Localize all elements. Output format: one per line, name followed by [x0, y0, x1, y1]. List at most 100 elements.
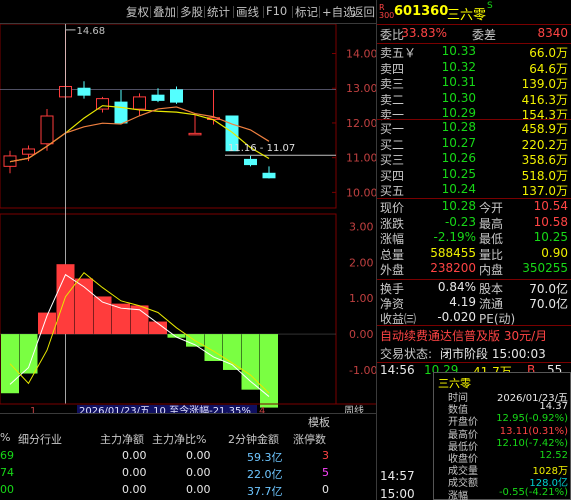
- popup-row: 成交量 1028万: [434, 462, 571, 477]
- candle-body[interactable]: [77, 87, 91, 96]
- stat-value: -2.19%: [433, 230, 476, 244]
- kline-chart-svg[interactable]: 14.00 13.00 12.00 11.00 10.00 3.00 2.00 1.00 0.0…: [0, 23, 378, 417]
- table-cell: 3: [322, 449, 329, 462]
- bids-label: 买三: [380, 153, 405, 167]
- bids-label: 买二: [380, 137, 405, 152]
- popup-row: 收盘价 12.52: [434, 450, 571, 465]
- bids-price: 10.25: [441, 166, 476, 181]
- fin-value: -0.020: [437, 310, 476, 324]
- stat-label: 涨跌: [380, 216, 405, 231]
- price-stats: 现价 10.28 今开 10.54 涨跌 -0.23 最高 10.58 涨幅 -2.19% 最低 10…: [377, 199, 571, 287]
- candle-body[interactable]: [114, 101, 128, 124]
- table-header[interactable]: %: [0, 431, 10, 444]
- toolbar-separator: [349, 6, 350, 18]
- table-cell: 5: [322, 466, 329, 479]
- candle-body[interactable]: [22, 148, 35, 155]
- toolbar-button-1[interactable]: 叠加: [153, 4, 176, 20]
- stat-value: -0.23: [444, 214, 476, 229]
- kline-chart-area[interactable]: 14.00 13.00 12.00 11.00 10.00 3.00 2.00 1.00 0.0…: [0, 23, 378, 417]
- toolbar-button-6[interactable]: 标记: [295, 4, 318, 20]
- asks-price: 10.33: [441, 44, 476, 58]
- price-axis-label: 11.00: [346, 152, 376, 165]
- toolbar-button-3[interactable]: 统计: [207, 4, 230, 20]
- table-header[interactable]: 涨停数: [293, 431, 326, 447]
- asks-volume: 64.6万: [529, 61, 568, 76]
- popup-value: 12.10(-7.42%): [496, 437, 568, 449]
- table-cell: 22.0亿: [247, 468, 283, 481]
- table-cell: 37.7亿: [247, 485, 283, 498]
- macd-axis-label: 1.00: [349, 292, 374, 305]
- stock-code: 601360: [394, 4, 449, 19]
- candle-body[interactable]: [262, 172, 276, 179]
- bids-row: 买五 10.24 137.0万: [377, 182, 571, 199]
- sector-table: 模板% 细分行业 主力净额 主力净比% 2分钟金额 涨停数 69 0.00 0.00 59.3亿 3…: [0, 413, 376, 500]
- stock-name: 三六零: [447, 8, 487, 23]
- macd-axis-label: 3.00: [349, 221, 374, 234]
- candle-body[interactable]: [170, 89, 183, 103]
- stat-label: 内盘: [479, 263, 504, 277]
- table-cell: 0.00: [186, 483, 211, 496]
- stat-label: 最高: [479, 216, 504, 231]
- asks-label: 卖四: [380, 61, 405, 76]
- bids-price: 10.26: [441, 151, 476, 165]
- stat-value: 10.58: [533, 214, 568, 229]
- stock-badge: S: [487, 1, 493, 11]
- table-cell: 74: [0, 466, 14, 479]
- popup-row: 开盘价 12.95(-0.92%): [434, 413, 571, 428]
- toolbar-button-2[interactable]: 多股: [180, 4, 203, 20]
- asks-label: 卖二: [380, 92, 405, 107]
- tick-time: 14:57: [380, 469, 415, 483]
- candle-body[interactable]: [151, 94, 165, 101]
- toolbar-separator: [292, 6, 293, 18]
- fin-value: 0.84%: [437, 280, 476, 294]
- price-axis-label: 12.00: [346, 117, 376, 130]
- bid-book: 买一 10.28 458.9万 买二 10.27 220.2万 买三 10.26 358.6万买…: [377, 120, 571, 208]
- asks-label: 卖五￥: [380, 46, 417, 60]
- bids-volume: 458.9万: [521, 122, 568, 136]
- popup-row: 最低价 12.10(-7.42%): [434, 437, 571, 453]
- stat-row: 外盘 238200 内盘 350255: [377, 261, 571, 278]
- toolbar-button-8[interactable]: 返回: [352, 4, 375, 20]
- price-axis-label: 14.00: [346, 48, 376, 61]
- asks-price: 10.30: [441, 90, 476, 105]
- candle-body[interactable]: [40, 115, 54, 145]
- tick-time: 14:56: [380, 363, 415, 377]
- toolbar-separator: [319, 6, 320, 18]
- tab-template[interactable]: 模板: [308, 414, 330, 430]
- chart-toolbar: 复权 叠加 多股 统计 画线 F10 标记 +自选 返回: [0, 0, 376, 24]
- bids-price: 10.24: [441, 182, 476, 196]
- asks-price: 10.32: [441, 59, 476, 74]
- toolbar-button-5[interactable]: F10: [266, 4, 287, 18]
- table-header[interactable]: 主力净额: [100, 431, 144, 447]
- table-cell: 59.3亿: [247, 451, 283, 464]
- toolbar-button-4[interactable]: 画线: [236, 4, 259, 20]
- bids-volume: 518.0万: [521, 168, 568, 183]
- stat-label: 涨幅: [380, 232, 405, 246]
- kline-info-popup: 三六零 时间 2026/01/23/五 数值 14.37 开盘价 12.95(-0.92%…: [433, 372, 571, 500]
- table-cell: 69: [0, 449, 14, 462]
- table-cell: 0.00: [122, 466, 147, 479]
- table-header[interactable]: 2分钟金额: [228, 431, 279, 447]
- candle-body[interactable]: [244, 158, 257, 166]
- macd-axis-label: 2.00: [349, 256, 374, 269]
- table-cell: 0.00: [122, 449, 147, 462]
- toolbar-button-0[interactable]: 复权: [126, 4, 149, 20]
- toolbar-separator: [263, 6, 264, 18]
- candle-body[interactable]: [133, 96, 146, 110]
- asks-volume: 66.0万: [529, 46, 568, 60]
- table-header[interactable]: 主力净比%: [152, 431, 206, 447]
- popup-value: 12.52: [539, 450, 568, 461]
- asks-label: 卖三: [380, 77, 405, 91]
- promo-link[interactable]: 自动续费通达信普及版 30元/月: [380, 327, 547, 344]
- candle-body[interactable]: [188, 132, 202, 136]
- table-cell: 0: [322, 483, 329, 496]
- bids-volume: 220.2万: [521, 137, 568, 152]
- popup-value: 12.95(-0.92%): [496, 413, 568, 425]
- fin-value: 4.19: [449, 295, 476, 309]
- stat-label: 现价: [380, 201, 405, 215]
- table-header[interactable]: 细分行业: [18, 431, 62, 447]
- stat-label: 最低: [479, 232, 504, 246]
- candle-body[interactable]: [96, 98, 109, 110]
- asks-volume: 416.3万: [521, 92, 568, 107]
- popup-row: 涨幅 -0.55(-4.21%): [434, 487, 571, 500]
